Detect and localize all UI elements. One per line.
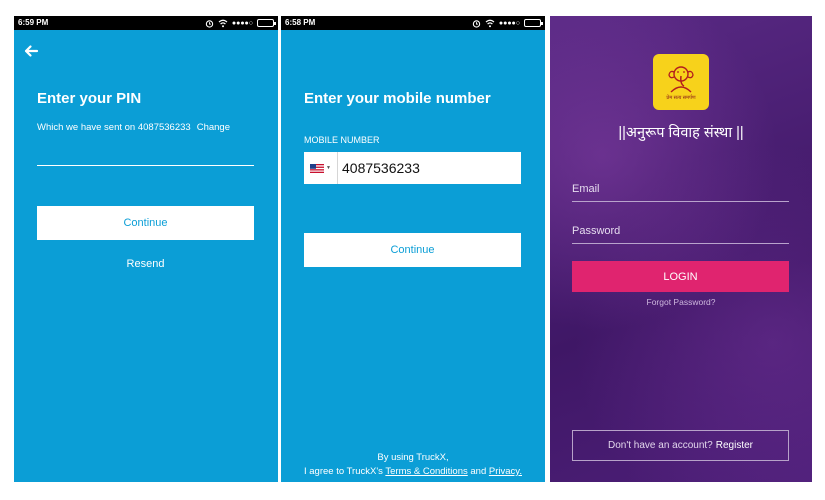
register-button[interactable]: Don't have an account? Register	[572, 430, 789, 461]
legal-line-1: By using TruckX,	[377, 452, 449, 463]
phone-number-input[interactable]	[342, 152, 518, 184]
pin-screen: 6:59 PM ●●●●○ Enter your PIN Which we ha…	[14, 16, 278, 482]
signal-icon: ●●●●○	[498, 19, 520, 27]
status-bar: 6:59 PM ●●●●○	[14, 16, 278, 30]
phone-field: ▼	[304, 152, 521, 184]
sent-to-label: Which we have sent on 4087536233	[37, 122, 191, 133]
alarm-icon	[472, 19, 481, 28]
battery-icon	[257, 19, 276, 27]
mobile-number-label: MOBILE NUMBER	[304, 135, 380, 145]
login-button[interactable]: LOGIN	[572, 261, 789, 292]
forgot-password-link[interactable]: Forgot Password?	[550, 297, 812, 307]
status-time: 6:59 PM	[18, 18, 49, 27]
wifi-icon	[218, 19, 228, 27]
alarm-icon	[205, 19, 214, 28]
country-picker[interactable]: ▼	[304, 152, 338, 184]
login-screen: प्रेम सत्य समर्पण ||अनुरूप विवाह संस्था …	[550, 16, 812, 482]
app-logo: प्रेम सत्य समर्पण	[653, 54, 709, 110]
no-account-text: Don't have an account?	[607, 440, 713, 451]
chevron-down-icon: ▼	[326, 165, 331, 171]
mobile-number-screen: 6:58 PM ●●●●○ Enter your mobile number M…	[281, 16, 545, 482]
status-time: 6:58 PM	[285, 18, 316, 27]
legal-line-2: I agree to TruckX's Terms & Conditions a…	[281, 465, 545, 479]
page-title: Enter your mobile number	[304, 90, 491, 107]
back-arrow-icon[interactable]	[22, 42, 40, 60]
ganesha-logo-icon	[668, 65, 694, 93]
continue-button[interactable]: Continue	[304, 233, 521, 267]
legal-and: and	[470, 466, 487, 477]
wifi-icon	[485, 19, 495, 27]
pin-input[interactable]	[37, 140, 254, 166]
password-field[interactable]	[572, 218, 789, 244]
legal-prefix: I agree to TruckX's	[304, 466, 383, 477]
legal-text: By using TruckX, I agree to TruckX's Ter…	[281, 451, 545, 479]
change-number-link[interactable]: Change	[197, 122, 230, 133]
continue-button[interactable]: Continue	[37, 206, 254, 240]
register-link[interactable]: Register	[716, 440, 753, 451]
sent-to-text: Which we have sent on 4087536233 Change	[37, 122, 230, 133]
logo-caption: प्रेम सत्य समर्पण	[666, 94, 696, 101]
us-flag-icon	[310, 163, 325, 173]
signal-icon: ●●●●○	[231, 19, 253, 27]
status-bar: 6:58 PM ●●●●○	[281, 16, 545, 30]
battery-icon	[524, 19, 543, 27]
resend-link[interactable]: Resend	[37, 258, 254, 270]
brand-name: ||अनुरूप विवाह संस्था ||	[618, 125, 744, 141]
page-title: Enter your PIN	[37, 90, 142, 107]
privacy-link[interactable]: Privacy.	[489, 466, 522, 477]
email-field[interactable]	[572, 176, 789, 202]
terms-link[interactable]: Terms & Conditions	[385, 466, 467, 477]
